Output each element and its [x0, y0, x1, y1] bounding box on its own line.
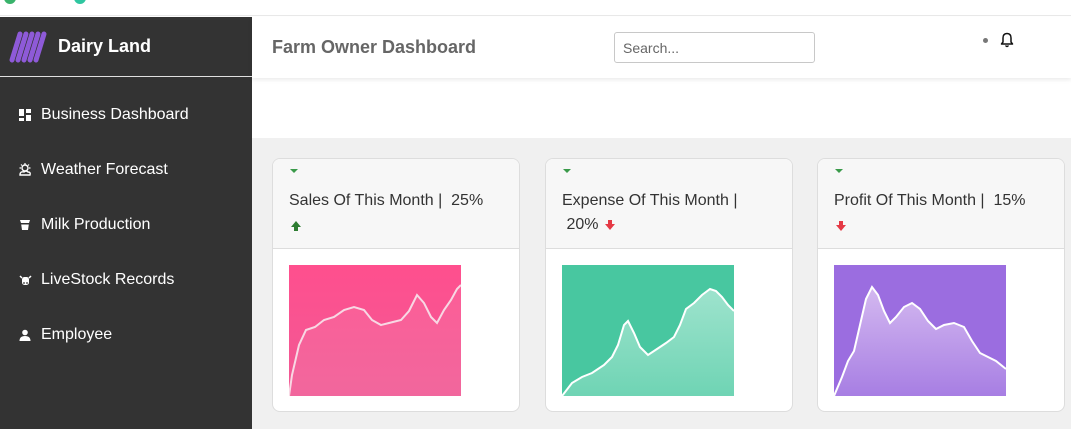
sidebar-item-label: Business Dashboard [41, 106, 189, 123]
card-percent: 15% [993, 192, 1026, 209]
card-title-text: Sales Of This Month | [289, 192, 443, 209]
caret-down-icon[interactable] [563, 169, 571, 173]
arrow-up-icon [291, 221, 301, 231]
sidebar-item-milk-production[interactable]: Milk Production [0, 205, 252, 245]
expense-card[interactable]: Expense Of This Month | 20% [545, 158, 793, 412]
sidebar: Dairy Land Business Dashboard Weather Fo… [0, 17, 252, 429]
caret-down-icon[interactable] [835, 169, 843, 173]
arrow-down-icon [604, 219, 615, 230]
browser-strip [0, 0, 1071, 16]
card-title: Expense Of This Month | 20% [562, 189, 776, 237]
card-title: Sales Of This Month | 25% [289, 189, 503, 213]
profit-sparkline-chart [834, 265, 1006, 396]
sales-card[interactable]: Sales Of This Month | 25% [272, 158, 520, 412]
sidebar-item-business-dashboard[interactable]: Business Dashboard [0, 95, 252, 135]
caret-down-icon[interactable] [290, 169, 298, 173]
brand-name: Dairy Land [58, 36, 152, 56]
card-header: Expense Of This Month | 20% [546, 159, 792, 249]
dashboard-icon [18, 108, 32, 122]
dairy-land-logo-icon [9, 31, 47, 62]
expense-sparkline-chart [562, 265, 734, 396]
card-header: Profit Of This Month | 15% [818, 159, 1064, 249]
sidebar-item-label: LiveStock Records [41, 271, 175, 288]
brand[interactable]: Dairy Land [0, 17, 252, 77]
card-percent: 20% [566, 216, 599, 233]
tab-favicon [4, 0, 16, 4]
card-title: Profit Of This Month | 15% [834, 189, 1048, 213]
card-title-text: Expense Of This Month | [562, 192, 738, 209]
sidebar-item-label: Employee [41, 326, 113, 343]
notification-dot [983, 38, 988, 43]
sidebar-item-label: Milk Production [41, 216, 151, 233]
sidebar-item-weather-forecast[interactable]: Weather Forecast [0, 150, 252, 190]
profit-card[interactable]: Profit Of This Month | 15% [817, 158, 1065, 412]
card-header: Sales Of This Month | 25% [273, 159, 519, 249]
search-input[interactable] [614, 32, 815, 63]
sidebar-item-label: Weather Forecast [41, 161, 168, 178]
cow-icon [18, 273, 32, 287]
header: Farm Owner Dashboard [252, 17, 1071, 78]
weather-icon [18, 163, 32, 177]
tab-favicon [74, 0, 86, 4]
sidebar-item-employee[interactable]: Employee [0, 315, 252, 355]
page-title: Farm Owner Dashboard [272, 37, 477, 57]
milk-icon [18, 218, 32, 232]
card-title-text: Profit Of This Month | [834, 192, 985, 209]
sales-sparkline-chart [289, 265, 461, 396]
sidebar-item-livestock-records[interactable]: LiveStock Records [0, 260, 252, 300]
arrow-down-icon [836, 221, 846, 231]
bell-icon[interactable] [1000, 32, 1014, 48]
card-percent: 25% [451, 192, 484, 209]
user-icon [18, 328, 32, 342]
